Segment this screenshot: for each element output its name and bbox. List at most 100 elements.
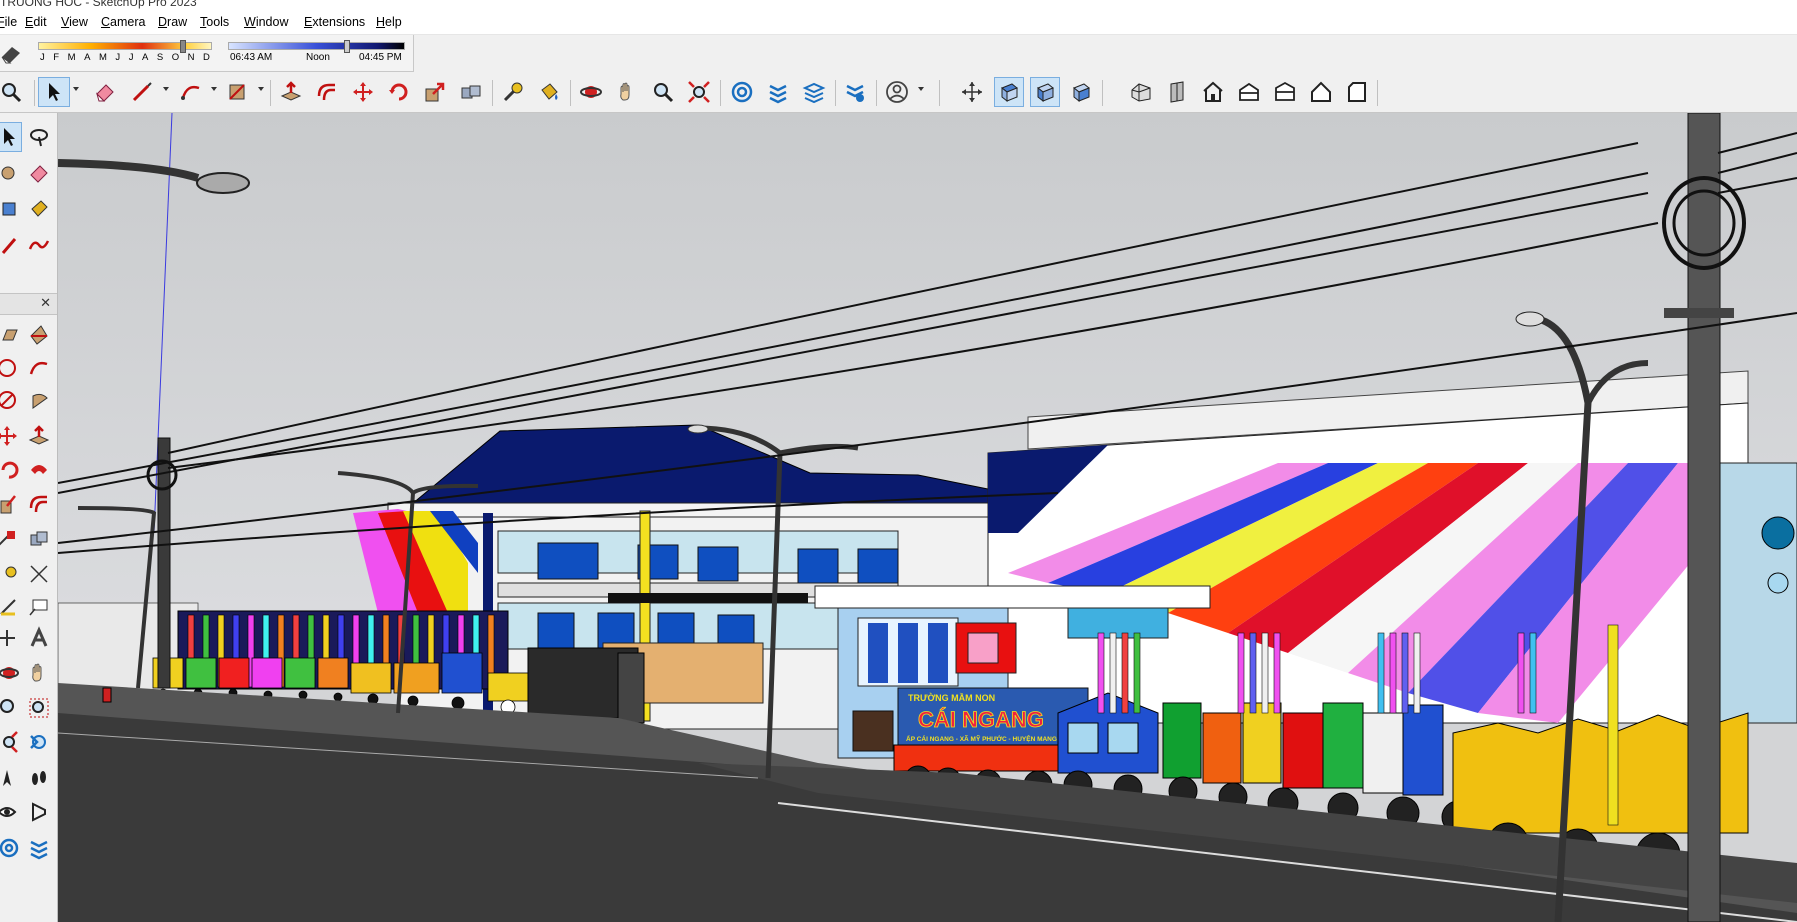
- left-position-camera-button[interactable]: [0, 763, 22, 793]
- left-pie-button[interactable]: [24, 385, 54, 415]
- left-paint-button[interactable]: [24, 194, 54, 224]
- house-home-icon: [1203, 81, 1223, 102]
- left-offset-button[interactable]: [24, 489, 54, 519]
- chevron-down-icon[interactable]: [73, 87, 79, 91]
- offset-button[interactable]: [312, 77, 342, 107]
- time-slider[interactable]: [228, 40, 405, 53]
- left-orbit-button[interactable]: [0, 658, 22, 688]
- left-walk-button[interactable]: [24, 763, 54, 793]
- zoom-button[interactable]: [0, 77, 26, 107]
- left-axes-button[interactable]: [0, 623, 22, 653]
- zoom-tool-button[interactable]: [648, 77, 678, 107]
- zoom-extents-button[interactable]: [684, 77, 714, 107]
- push-pull-button[interactable]: [276, 77, 306, 107]
- month-label: S: [156, 52, 164, 63]
- left-warehouse-button[interactable]: [0, 833, 22, 863]
- rectangle-button[interactable]: [222, 77, 252, 107]
- iso-view-button[interactable]: [957, 77, 987, 107]
- left-text-button[interactable]: [24, 591, 54, 621]
- left-polygon-button[interactable]: [0, 385, 22, 415]
- house-outline-button[interactable]: [1306, 77, 1336, 107]
- account-button[interactable]: [882, 77, 912, 107]
- select-button[interactable]: [38, 77, 70, 107]
- left-rectangle-button[interactable]: [0, 319, 22, 349]
- house-home-button[interactable]: [1198, 77, 1228, 107]
- left-extension-warehouse-button[interactable]: [24, 833, 54, 863]
- left-dimension-button[interactable]: [24, 559, 54, 589]
- close-icon[interactable]: ✕: [40, 295, 51, 311]
- house-back-button[interactable]: [1234, 77, 1264, 107]
- layout-button[interactable]: [799, 77, 829, 107]
- left-flip-button[interactable]: [0, 524, 22, 554]
- left-zoom-window-button[interactable]: [24, 693, 54, 723]
- left-group-button[interactable]: [0, 194, 22, 224]
- left-freehand-button[interactable]: [24, 230, 54, 260]
- left-rotate-button[interactable]: [0, 455, 22, 485]
- chevron-down-icon[interactable]: [211, 87, 217, 91]
- chevron-down-icon[interactable]: [918, 87, 924, 91]
- left-component-button[interactable]: [0, 158, 22, 188]
- left-eraser-button[interactable]: [24, 158, 54, 188]
- left-lasso-button[interactable]: [24, 122, 54, 152]
- arc-button[interactable]: [176, 77, 206, 107]
- menu-tools[interactable]: Tools: [200, 15, 229, 29]
- extension-warehouse-button[interactable]: [763, 77, 793, 107]
- left-look-around-button[interactable]: [0, 797, 22, 827]
- follow-me-button[interactable]: [456, 77, 486, 107]
- model-viewport[interactable]: TRƯỜNG MẦM NON CÁI NGANG ẤP CÁI NGANG - …: [58, 113, 1797, 922]
- left-pan-button[interactable]: [24, 658, 54, 688]
- left-previous-button[interactable]: [24, 727, 54, 757]
- menu-file[interactable]: File: [0, 15, 17, 29]
- right-view-button[interactable]: [1066, 77, 1096, 107]
- left-follow-me-button[interactable]: [24, 455, 54, 485]
- menu-extensions[interactable]: Extensions: [304, 15, 365, 29]
- left-protractor-button[interactable]: [0, 591, 22, 621]
- month-slider[interactable]: [38, 40, 212, 53]
- shadow-toggle-button[interactable]: [0, 41, 26, 65]
- time-slider-thumb[interactable]: [343, 40, 350, 53]
- paint-bucket-button[interactable]: [534, 77, 564, 107]
- house-left-button[interactable]: [1270, 77, 1300, 107]
- line-button[interactable]: [127, 77, 157, 107]
- menu-camera[interactable]: Camera: [101, 15, 145, 29]
- scale-button[interactable]: [420, 77, 450, 107]
- top-view-button[interactable]: [994, 77, 1024, 107]
- left-scale-button[interactable]: [0, 489, 22, 519]
- left-section-plane-button[interactable]: [24, 797, 54, 827]
- month-label: J: [128, 52, 134, 63]
- left-zoom-extents-button[interactable]: [0, 727, 22, 757]
- chevron-down-icon[interactable]: [163, 87, 169, 91]
- chevron-down-icon[interactable]: [258, 87, 264, 91]
- left-3d-text-button[interactable]: [24, 623, 54, 653]
- top-view-icon: [1001, 83, 1018, 103]
- left-select-button[interactable]: [0, 122, 22, 152]
- left-tape-button[interactable]: [0, 559, 22, 589]
- menu-window[interactable]: Window: [244, 15, 288, 29]
- rotate-button[interactable]: [384, 77, 414, 107]
- left-zoom-button[interactable]: [0, 693, 22, 723]
- extension-manager-button[interactable]: [840, 77, 870, 107]
- model-scene[interactable]: TRƯỜNG MẦM NON CÁI NGANG ẤP CÁI NGANG - …: [58, 113, 1797, 922]
- menu-draw[interactable]: Draw: [158, 15, 187, 29]
- menu-view[interactable]: View: [61, 15, 88, 29]
- house-front-button[interactable]: [1162, 77, 1192, 107]
- left-solid-button[interactable]: [24, 524, 54, 554]
- front-view-button[interactable]: [1030, 77, 1060, 107]
- menu-help[interactable]: Help: [376, 15, 402, 29]
- move-button[interactable]: [348, 77, 378, 107]
- left-line-button[interactable]: [0, 230, 22, 260]
- tape-measure-button[interactable]: [498, 77, 528, 107]
- left-rotated-rectangle-button[interactable]: [24, 319, 54, 349]
- house-outline-icon: [1311, 81, 1331, 102]
- standard-view-button[interactable]: [1342, 77, 1372, 107]
- left-move-button[interactable]: [0, 421, 22, 451]
- orbit-button[interactable]: [576, 77, 606, 107]
- pan-button[interactable]: [612, 77, 642, 107]
- house-iso-button[interactable]: [1126, 77, 1156, 107]
- left-push-pull-button[interactable]: [24, 421, 54, 451]
- eraser-button[interactable]: [90, 77, 120, 107]
- left-arc-button[interactable]: [24, 353, 54, 383]
- left-circle-button[interactable]: [0, 353, 22, 383]
- menu-edit[interactable]: Edit: [25, 15, 47, 29]
- warehouse-button[interactable]: [727, 77, 757, 107]
